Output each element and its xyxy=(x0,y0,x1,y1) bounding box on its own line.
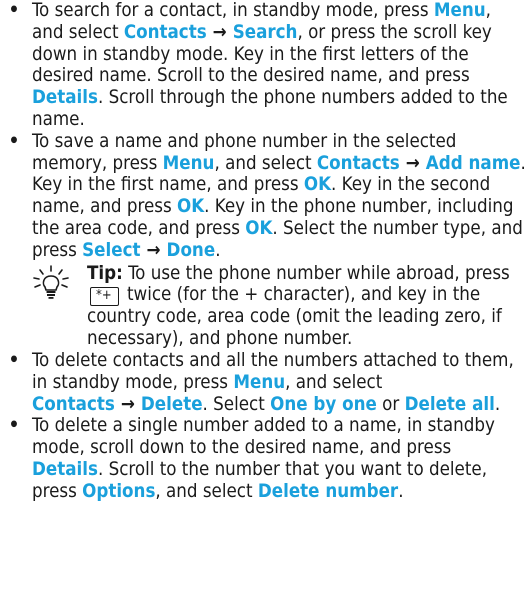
bullet-icon: • xyxy=(8,415,20,437)
key-label: *+ xyxy=(96,288,112,304)
bullet-icon: • xyxy=(8,349,20,371)
instruction-text: To delete a single number added to a nam… xyxy=(32,415,495,501)
instruction-text: To delete contacts and all the numbers a… xyxy=(32,350,514,415)
menu-keyword: Delete number xyxy=(257,480,399,502)
list-item: • To delete contacts and all the numbers… xyxy=(0,350,526,415)
menu-keyword: Delete all xyxy=(404,393,495,415)
menu-keyword: Contacts xyxy=(32,393,115,415)
instruction-list: • To search for a contact, in standby mo… xyxy=(0,0,526,262)
menu-keyword: OK xyxy=(176,196,205,218)
arrow-icon: → xyxy=(212,21,227,43)
arrow-icon: → xyxy=(405,152,420,174)
lightbulb-icon xyxy=(33,264,69,299)
menu-keyword: OK xyxy=(245,217,273,239)
menu-keyword: Menu xyxy=(233,371,286,393)
menu-keyword: Menu xyxy=(162,152,215,174)
arrow-icon: → xyxy=(146,239,161,261)
text-run: , and select xyxy=(155,480,258,502)
text-run: . xyxy=(215,239,221,261)
menu-keyword: Done xyxy=(166,239,216,261)
menu-keyword: Search xyxy=(232,21,298,43)
list-item: • To save a name and phone number in the… xyxy=(0,131,526,262)
text-run: To delete a single number added to a nam… xyxy=(32,415,495,459)
menu-keyword: Menu xyxy=(433,0,486,21)
menu-keyword: Details xyxy=(32,87,98,109)
tip-block: Tip: To use the phone number while abroa… xyxy=(0,263,526,350)
list-item: • To delete a single number added to a n… xyxy=(0,415,526,502)
instruction-text: To search for a contact, in standby mode… xyxy=(32,0,508,130)
menu-keyword: Options xyxy=(82,480,156,502)
menu-keyword: OK xyxy=(303,174,332,196)
tip-text-after: twice (for the + character), and key in … xyxy=(87,284,502,350)
text-run: or xyxy=(376,393,405,415)
bullet-icon: • xyxy=(8,130,20,152)
tip-text-before: To use the phone number while abroad, pr… xyxy=(122,262,510,284)
list-item: • To search for a contact, in standby mo… xyxy=(0,0,526,131)
text-run: . Select xyxy=(202,393,271,415)
menu-keyword: Contacts xyxy=(123,21,207,43)
menu-keyword: Select xyxy=(82,239,141,261)
tip-label: Tip: xyxy=(87,262,123,284)
manual-page: • To search for a contact, in standby mo… xyxy=(0,0,526,599)
instruction-text: To save a name and phone number in the s… xyxy=(32,131,526,261)
text-run: , and select xyxy=(285,371,383,393)
bullet-icon: • xyxy=(8,0,20,21)
text-run: , and select xyxy=(214,152,317,174)
text-run: To search for a contact, in standby mode… xyxy=(32,0,434,21)
text-run: . xyxy=(494,393,501,415)
text-run: . xyxy=(398,480,404,502)
instruction-list-continued: • To delete contacts and all the numbers… xyxy=(0,350,526,503)
tip-text: Tip: To use the phone number while abroa… xyxy=(87,263,526,350)
menu-keyword: One by one xyxy=(270,393,377,415)
menu-keyword: Delete xyxy=(140,393,203,415)
text-run: . Scroll through the phone numbers added… xyxy=(32,87,508,130)
menu-keyword: Add name xyxy=(425,152,521,174)
menu-keyword: Details xyxy=(32,458,98,480)
arrow-icon: → xyxy=(120,393,135,415)
menu-keyword: Contacts xyxy=(316,152,400,174)
star-plus-key-icon: *+ xyxy=(90,287,119,307)
